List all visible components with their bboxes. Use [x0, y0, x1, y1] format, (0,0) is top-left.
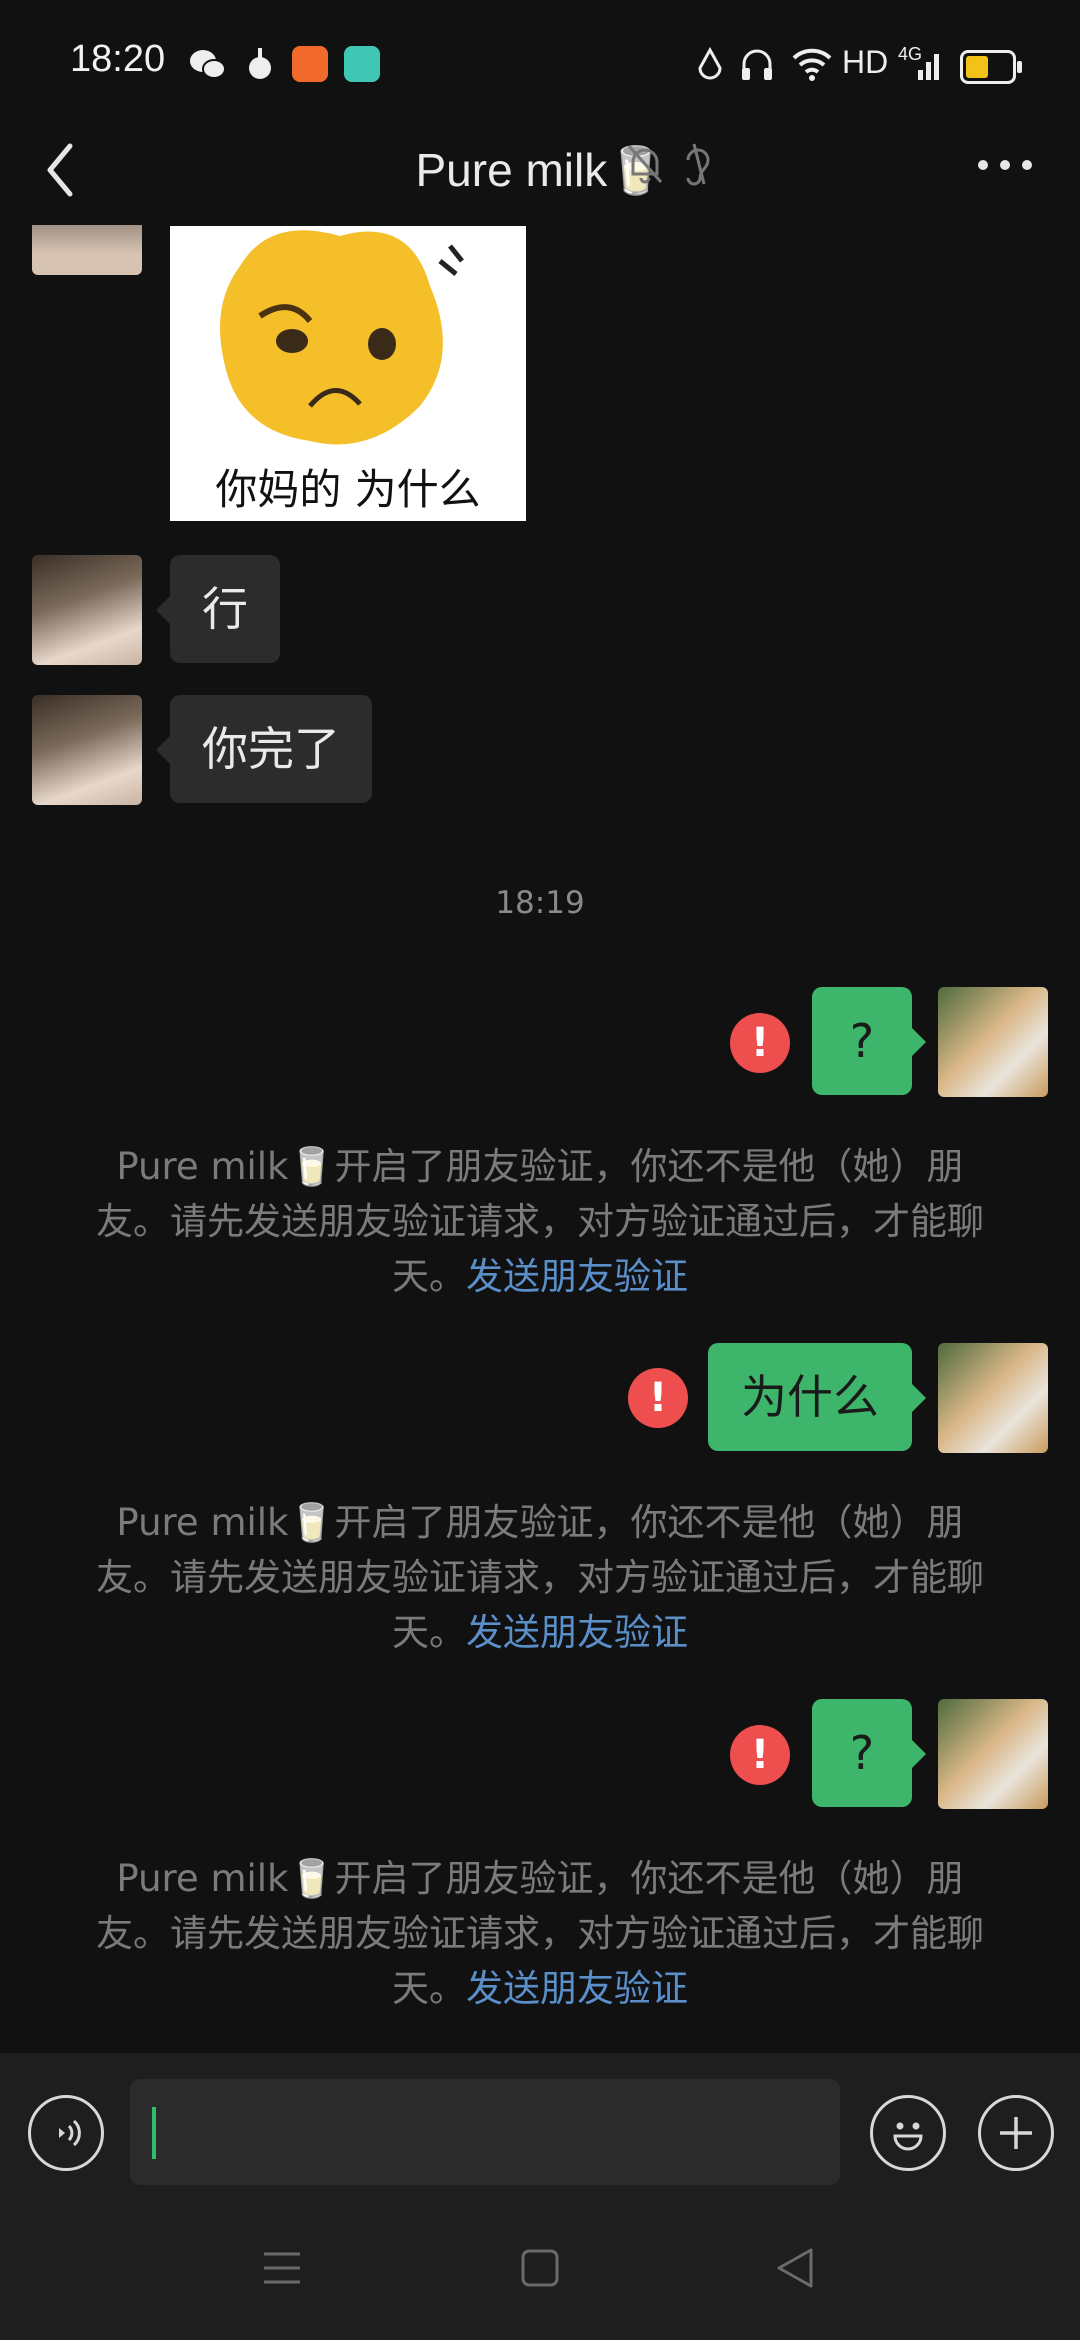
- send-verification-link[interactable]: 发送朋友验证: [466, 1255, 688, 1298]
- friend-verification-notice: Pure milk🥛开启了朋友验证，你还不是他（她）朋友。请先发送朋友验证请求，…: [90, 1851, 990, 2016]
- bubble-tail: [912, 1384, 926, 1412]
- status-bar: 18:20 HD 4G: [0, 0, 1080, 130]
- message-input[interactable]: [130, 2079, 840, 2185]
- bubble-tail: [912, 1028, 926, 1056]
- friend-verification-notice: Pure milk🥛开启了朋友验证，你还不是他（她）朋友。请先发送朋友验证请求，…: [90, 1495, 990, 1660]
- system-nav-bar: [0, 2200, 1080, 2340]
- app-icon-teal: [344, 46, 380, 82]
- contact-avatar[interactable]: [32, 555, 142, 665]
- mute-bell-icon: [627, 145, 663, 184]
- signal-icon: [918, 54, 939, 80]
- contact-avatar[interactable]: [32, 225, 142, 275]
- emoji-icon: [893, 2122, 923, 2151]
- outgoing-message-bubble[interactable]: ?: [812, 987, 912, 1095]
- sticker-image[interactable]: 你妈的 为什么: [170, 226, 526, 521]
- home-nav-icon[interactable]: [520, 2248, 560, 2288]
- send-failed-icon[interactable]: !: [730, 1013, 790, 1073]
- hd-label: HD: [842, 44, 889, 80]
- outgoing-message-bubble[interactable]: 为什么: [708, 1343, 912, 1451]
- chat-title: Pure milk🥛: [415, 144, 665, 196]
- my-avatar[interactable]: [938, 1699, 1048, 1809]
- outgoing-message-bubble[interactable]: ?: [812, 1699, 912, 1807]
- battery-icon: [960, 50, 1022, 84]
- send-verification-link[interactable]: 发送朋友验证: [466, 1967, 688, 2010]
- wechat-icon: [190, 50, 226, 79]
- app-notification-icon: [249, 48, 271, 79]
- text-caret: [152, 2107, 156, 2159]
- ear-icon: [686, 143, 710, 186]
- data-saver-icon: [698, 46, 722, 80]
- sticker-caption: 你妈的 为什么: [215, 465, 481, 514]
- message-timestamp: 18:19: [495, 885, 585, 921]
- incoming-message-bubble[interactable]: 行: [170, 555, 280, 663]
- app-icon-orange: [292, 46, 328, 82]
- my-avatar[interactable]: [938, 987, 1048, 1097]
- more-functions-button[interactable]: [978, 2095, 1054, 2171]
- chat-header: Pure milk🥛: [0, 130, 1080, 225]
- my-avatar[interactable]: [938, 1343, 1048, 1453]
- voice-input-button[interactable]: [28, 2095, 104, 2171]
- more-options-icon[interactable]: [975, 155, 1035, 175]
- headphones-icon: [742, 49, 772, 80]
- chat-area: 你妈的 为什么 行 你完了 18:19 ! ? Pure milk🥛开启了朋友验…: [0, 225, 1080, 2053]
- bubble-tail: [912, 1740, 926, 1768]
- voice-icon: [59, 2119, 81, 2147]
- send-failed-icon[interactable]: !: [730, 1725, 790, 1785]
- bubble-tail: [156, 596, 170, 624]
- bubble-tail: [156, 736, 170, 764]
- emoji-button[interactable]: [870, 2095, 946, 2171]
- status-time: 18:20: [70, 38, 166, 80]
- incoming-message-bubble[interactable]: 你完了: [170, 695, 372, 803]
- plus-icon: [1000, 2117, 1032, 2149]
- back-nav-icon[interactable]: [775, 2246, 815, 2290]
- friend-verification-notice: Pure milk🥛开启了朋友验证，你还不是他（她）朋友。请先发送朋友验证请求，…: [90, 1139, 990, 1304]
- wifi-icon: [792, 48, 832, 81]
- menu-nav-icon[interactable]: [262, 2250, 302, 2286]
- contact-avatar[interactable]: [32, 695, 142, 805]
- send-failed-icon[interactable]: !: [628, 1368, 688, 1428]
- send-verification-link[interactable]: 发送朋友验证: [466, 1611, 688, 1654]
- sad-face-sticker: [220, 230, 464, 445]
